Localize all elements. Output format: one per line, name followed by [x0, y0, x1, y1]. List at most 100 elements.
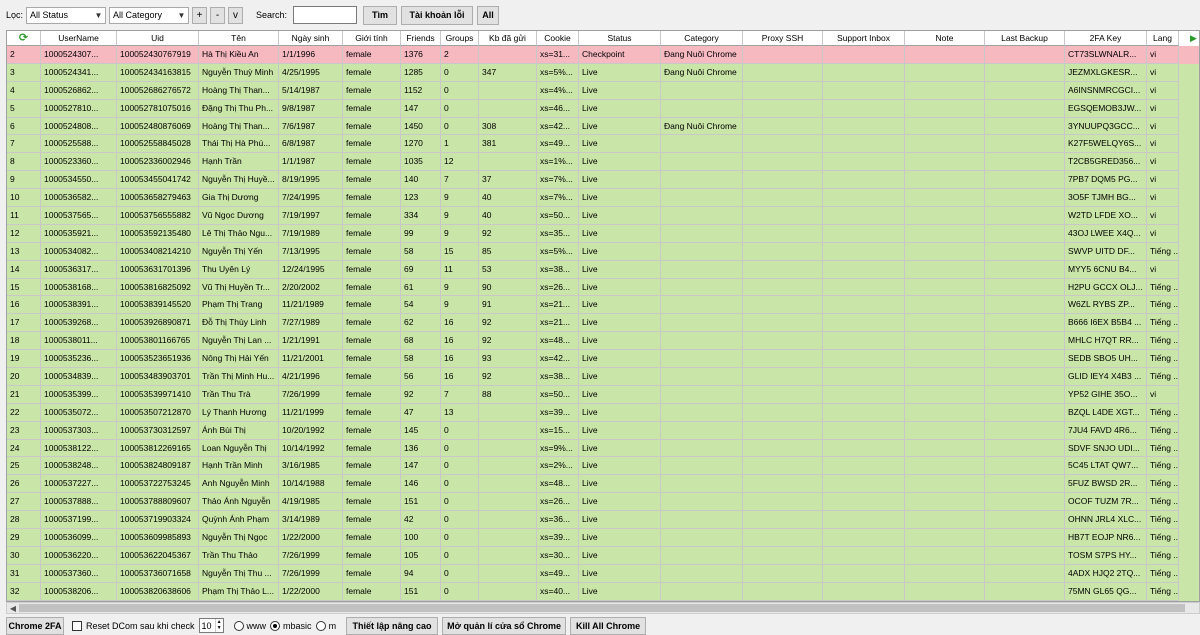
table-cell — [661, 475, 743, 494]
table-row[interactable]: 3 1000524341... 100052434163815 Nguyễn Thuỳ… — [7, 63, 1199, 82]
column-header[interactable]: UserName — [41, 31, 117, 46]
table-cell — [479, 457, 537, 476]
column-header[interactable]: Last Backup — [985, 31, 1065, 46]
radio-mbasic[interactable] — [270, 620, 281, 631]
table-row[interactable]: 6 1000524808... 100052480876069 Hoàng Thị T… — [7, 117, 1199, 136]
column-header[interactable]: Note — [905, 31, 985, 46]
table-row[interactable]: 15 1000538168... 100053816825092 Vũ Thị Huy… — [7, 278, 1199, 297]
table-row[interactable]: 11 1000537565... 100053756555882 Vũ Ngọc Dư… — [7, 207, 1199, 225]
table-cell: Tiếng ... — [1147, 332, 1179, 351]
advanced-settings-button[interactable]: Thiết lập nâng cao — [346, 616, 439, 635]
table-cell: female — [343, 153, 401, 172]
scroll-right-icon[interactable]: ▶ — [1189, 31, 1198, 45]
column-header[interactable]: Kb đã gửi — [479, 31, 537, 46]
table-cell: female — [343, 117, 401, 136]
column-header[interactable]: 2FA Key — [1065, 31, 1147, 46]
table-row[interactable]: 31 1000537360... 100053736071658 Nguyễn Thị… — [7, 564, 1199, 583]
table-cell — [985, 63, 1065, 82]
table-row[interactable]: 13 1000534082... 100053408214210 Nguyễn Thị… — [7, 242, 1199, 261]
table-row[interactable]: 18 1000538011... 100053801166765 Nguyễn Thị… — [7, 332, 1199, 351]
add-category-button[interactable]: + — [192, 6, 208, 24]
category-menu-button[interactable]: v — [228, 6, 244, 24]
table-row[interactable]: 7 1000525588... 100052558845028 Thái Thị Hà… — [7, 135, 1199, 154]
table-cell — [823, 439, 905, 458]
table-cell: 12 — [441, 153, 479, 172]
table-row[interactable]: 12 1000535921... 100053592135480 Lê Thị Thả… — [7, 224, 1199, 243]
table-row[interactable]: 19 1000535236... 100053523651936 Nông Thị H… — [7, 350, 1199, 369]
column-header[interactable]: Groups — [441, 31, 479, 46]
column-header[interactable]: Status — [579, 31, 661, 46]
table-cell: 11/21/1989 — [279, 296, 343, 315]
column-header[interactable]: Cookie — [537, 31, 579, 46]
table-row[interactable]: 23 1000537303... 100053730312597 Ánh Bùi Th… — [7, 421, 1199, 440]
category-filter-select[interactable]: All Category ▼ — [109, 6, 190, 24]
status-filter-select[interactable]: All Status ▼ — [26, 6, 107, 24]
column-header[interactable]: Lang — [1147, 31, 1179, 46]
radio-m[interactable] — [315, 620, 326, 631]
column-header[interactable]: Uid — [117, 31, 199, 46]
search-input[interactable] — [293, 6, 358, 24]
column-header[interactable]: Category — [661, 31, 743, 46]
spin-arrows-icon[interactable]: ▲ ▼ — [214, 619, 223, 632]
table-row[interactable]: 17 1000539268... 100053926890871 Đỗ Thị Thù… — [7, 314, 1199, 333]
radio-www[interactable] — [233, 620, 244, 631]
kill-all-chrome-button[interactable]: Kill All Chrome — [570, 616, 647, 635]
all-button[interactable]: All — [477, 5, 500, 25]
table-cell: 6/8/1987 — [279, 135, 343, 154]
table-cell: 100053722753245 — [117, 475, 199, 494]
reset-dcom-checkbox[interactable] — [72, 620, 82, 631]
horizontal-scrollbar[interactable]: ◀ — [6, 602, 1200, 614]
radio-mbasic-label: mbasic — [283, 620, 312, 631]
column-header[interactable]: Proxy SSH — [743, 31, 823, 46]
table-row[interactable]: 28 1000537199... 100053719903324 Quỳnh Ánh … — [7, 511, 1199, 530]
table-cell: 25 — [7, 457, 41, 476]
table-row[interactable]: 9 1000534550... 100053455041742 Nguyễn Thị … — [7, 171, 1199, 190]
table-cell: 11/21/1999 — [279, 403, 343, 422]
table-cell: EGSQEMOB3JW... — [1065, 99, 1147, 118]
table-cell — [823, 493, 905, 512]
table-cell: female — [343, 81, 401, 100]
table-cell — [905, 546, 985, 565]
scroll-left-icon[interactable]: ◀ — [7, 604, 19, 613]
table-cell: female — [343, 189, 401, 208]
reset-count-stepper[interactable]: 10 ▲ ▼ — [198, 618, 224, 633]
table-row[interactable]: 2 1000524307... 100052430767919 Hà Thị Kiều… — [7, 46, 1199, 64]
find-button[interactable]: Tìm — [363, 5, 398, 25]
column-header[interactable]: Giới tính — [343, 31, 401, 46]
table-cell: Đang Nuôi Chrome — [661, 117, 743, 136]
table-cell — [905, 224, 985, 243]
column-header[interactable]: Tên — [199, 31, 279, 46]
table-cell — [905, 314, 985, 333]
table-cell: female — [343, 99, 401, 118]
table-row[interactable]: 14 1000536317... 100053631701396 Thu Uyên L… — [7, 260, 1199, 279]
table-row[interactable]: 25 1000538248... 100053824809187 Hạnh Trần … — [7, 457, 1199, 476]
scrollbar-thumb[interactable] — [19, 604, 1185, 612]
table-row[interactable]: 26 1000537227... 100053722753245 Anh Nguyễn… — [7, 475, 1199, 494]
column-header[interactable]: Friends — [401, 31, 441, 46]
table-row[interactable]: 27 1000537888... 100053788809607 Thảo Ánh N… — [7, 493, 1199, 512]
table-row[interactable]: 10 1000536582... 100053658279463 Gia Thị Dư… — [7, 189, 1199, 208]
table-cell: vi — [1147, 135, 1179, 154]
table-row[interactable]: 5 1000527810... 100052781075016 Đặng Thị Th… — [7, 99, 1199, 118]
table-row[interactable]: 16 1000538391... 100053839145520 Phạm Thị T… — [7, 296, 1199, 315]
accounts-grid[interactable]: ⟳ UserName Uid Tên Ngày sinh Giới tính Friends… — [6, 30, 1200, 602]
table-cell — [743, 439, 823, 458]
table-row[interactable]: 24 1000538122... 100053812269165 Loan Nguyễ… — [7, 439, 1199, 458]
column-header[interactable]: Support Inbox — [823, 31, 905, 46]
refresh-icon[interactable]: ⟳ — [7, 31, 41, 46]
chrome-2fa-button[interactable]: Chrome 2FA — [6, 616, 64, 635]
column-header[interactable]: Ngày sinh — [279, 31, 343, 46]
table-row[interactable]: 30 1000536220... 100053622045367 Trần Thu T… — [7, 546, 1199, 565]
table-row[interactable]: 21 1000535399... 100053539971410 Trần Thu T… — [7, 385, 1199, 404]
table-cell: 100052781075016 — [117, 99, 199, 118]
table-cell: 1000536317... — [41, 260, 117, 279]
table-row[interactable]: 32 1000538206... 100053820638606 Phạm Thị T… — [7, 582, 1199, 601]
table-row[interactable]: 20 1000534839... 100053483903701 Trần Thị M… — [7, 368, 1199, 386]
manage-chrome-windows-button[interactable]: Mở quản lí cửa sổ Chrome — [442, 616, 567, 635]
error-accounts-button[interactable]: Tài khoản lỗi — [401, 5, 474, 25]
table-row[interactable]: 4 1000526862... 100052686276572 Hoàng Thị T… — [7, 81, 1199, 100]
table-row[interactable]: 22 1000535072... 100053507212870 Lý Thanh H… — [7, 403, 1199, 422]
table-row[interactable]: 29 1000536099... 100053609985893 Nguyễn Thị… — [7, 529, 1199, 547]
remove-category-button[interactable]: - — [210, 6, 226, 24]
table-row[interactable]: 8 1000523360... 100052336002946 Hạnh Trần 1/… — [7, 153, 1199, 172]
